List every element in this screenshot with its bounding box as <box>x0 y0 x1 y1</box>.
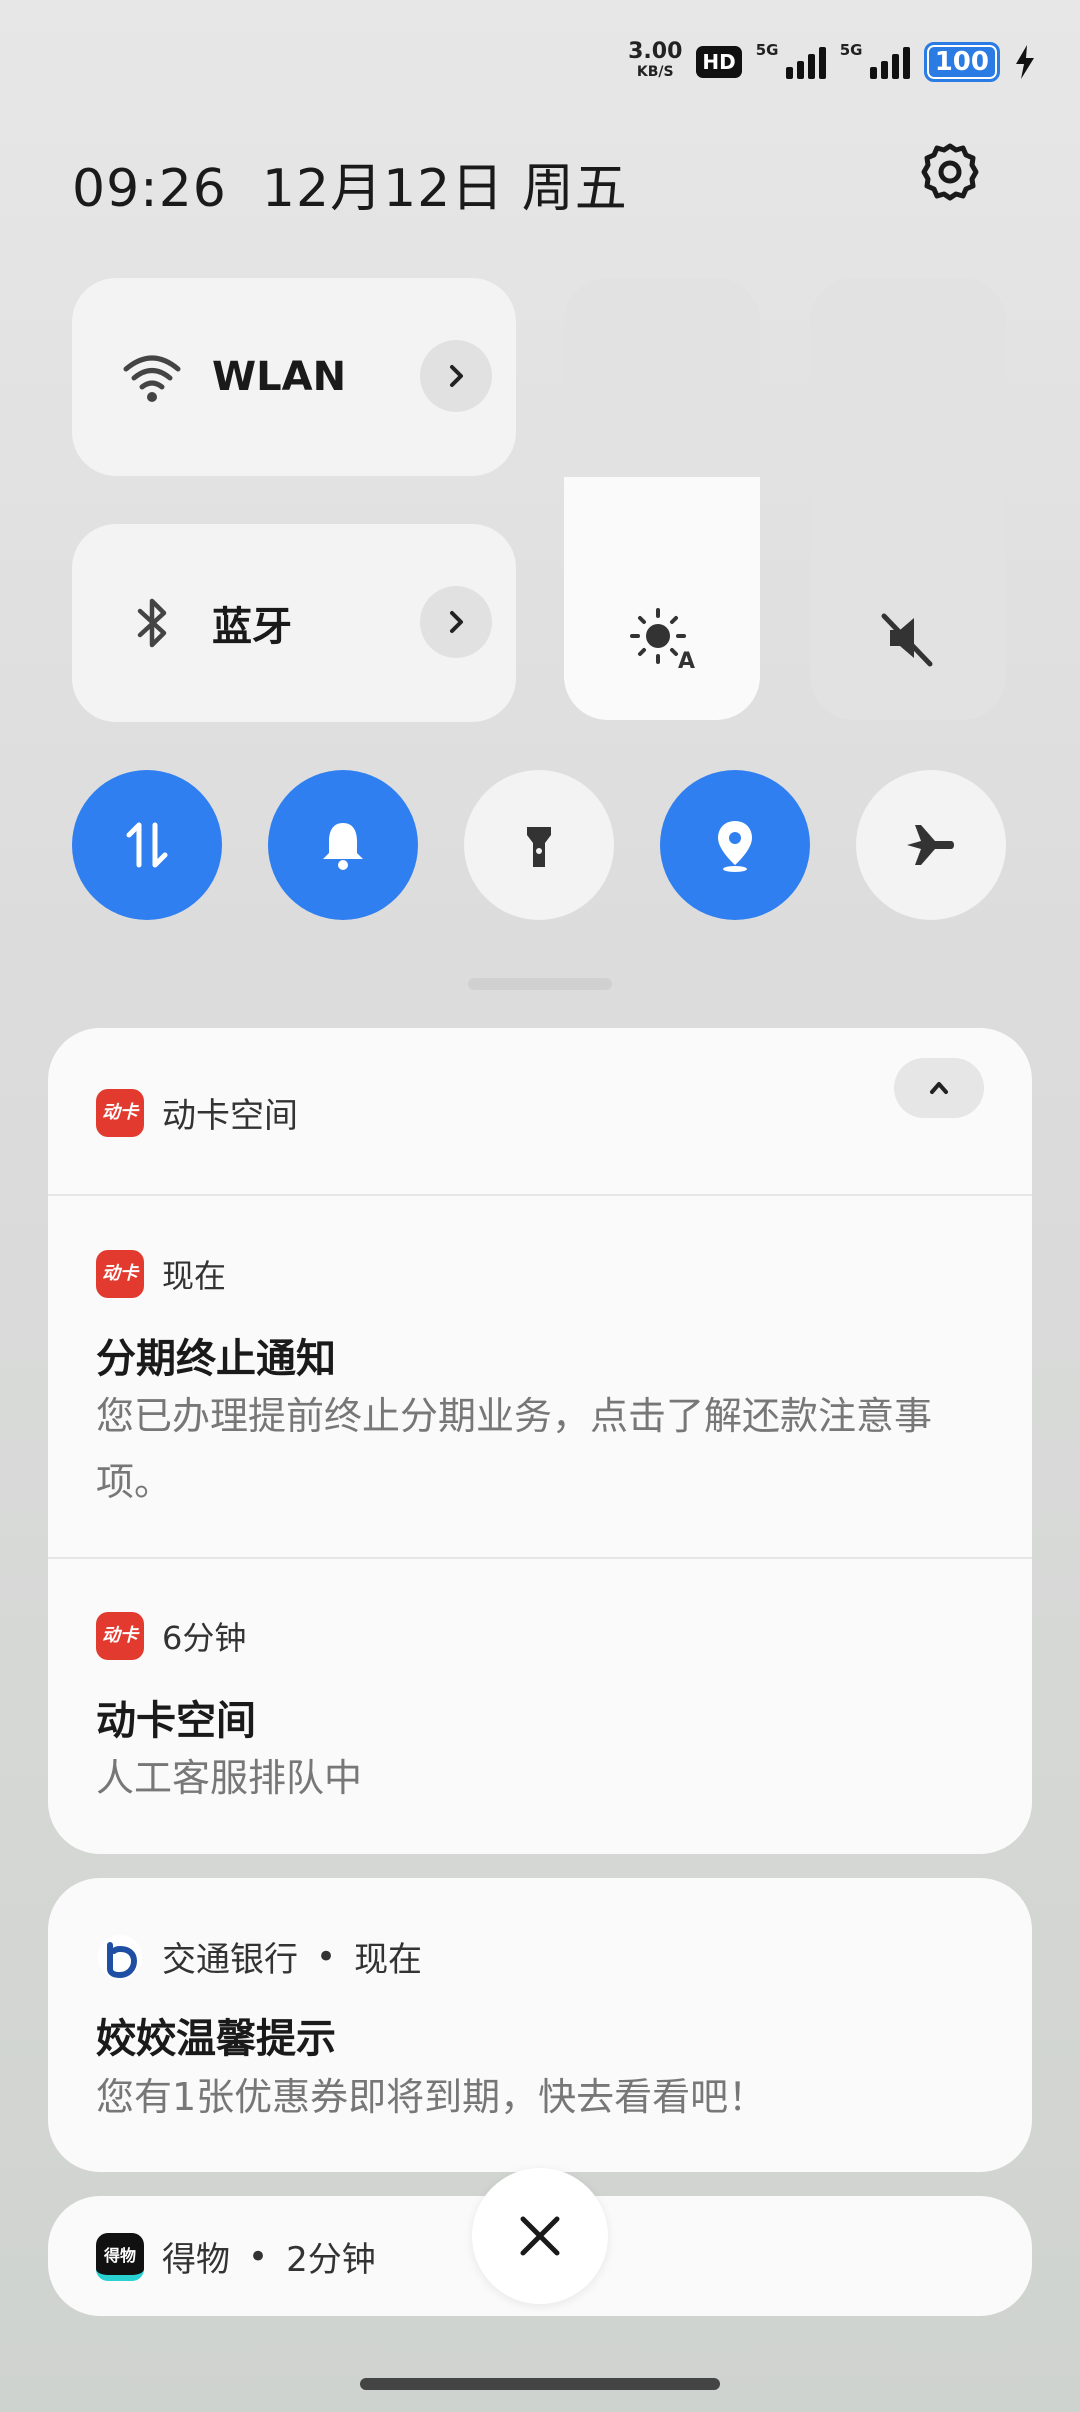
date-time: 09:26 12月12日 周五 <box>72 146 628 221</box>
network-speed-value: 3.00 <box>628 39 683 64</box>
chevron-up-icon <box>930 1082 948 1094</box>
battery-indicator: 100 <box>923 42 1000 82</box>
group-header: 动卡 动卡空间 <box>96 1088 298 1137</box>
panel-drag-handle[interactable] <box>468 978 612 990</box>
notification-time: 现在 <box>162 1257 227 1295</box>
notification-body: 您有1张优惠券即将到期，快去看看吧！ <box>96 2075 767 2119</box>
data-transfer-icon <box>126 822 168 868</box>
airplane-mode-toggle[interactable] <box>856 770 1006 920</box>
notification-meta: 动卡 现在 <box>96 1250 226 1298</box>
wlan-tile[interactable]: WLAN <box>72 278 516 476</box>
status-bar: 3.00 KB/S HD 5G 5G 100 <box>628 34 1036 90</box>
dongka-app-icon: 动卡 <box>96 1088 144 1137</box>
airplane-icon <box>907 825 954 865</box>
settings-button[interactable] <box>918 140 982 204</box>
notification-meta: 动卡 6分钟 <box>96 1612 246 1660</box>
notification-body: 人工客服排队中 <box>96 1756 363 1800</box>
notification-title: 姣姣温馨提示 <box>96 2016 336 2062</box>
location-toggle[interactable] <box>660 770 810 920</box>
notification-title: 分期终止通知 <box>96 1336 336 1382</box>
notification-title: 动卡空间 <box>96 1698 256 1744</box>
bluetooth-expand-button[interactable] <box>420 586 492 658</box>
notification-meta: 交通银行 • 现在 <box>96 1932 422 1981</box>
meta-separator: • <box>248 2236 269 2277</box>
bluetooth-label: 蓝牙 <box>212 604 292 650</box>
date: 12月12日 <box>261 159 505 219</box>
dongka-app-icon: 动卡 <box>96 1250 144 1298</box>
mobile-data-toggle[interactable] <box>72 770 222 920</box>
brightness-fill <box>564 476 760 720</box>
wlan-label: WLAN <box>212 354 347 400</box>
charging-icon <box>1016 45 1034 79</box>
meta-separator: • <box>316 1936 337 1977</box>
chevron-right-icon <box>450 611 463 633</box>
notification-body: 您已办理提前终止分期业务，点击了解还款注意事项。 <box>96 1394 933 1504</box>
location-pin-icon <box>718 821 752 872</box>
ring-toggle[interactable] <box>268 770 418 920</box>
notification-bocom[interactable]: 交通银行 • 现在 姣姣温馨提示 您有1张优惠券即将到期，快去看看吧！ <box>48 1878 1032 2172</box>
brightness-slider[interactable]: A <box>564 278 760 720</box>
signal-icon-2: 5G <box>840 41 910 79</box>
wlan-expand-button[interactable] <box>420 340 492 412</box>
collapse-group-button[interactable] <box>894 1058 984 1118</box>
auto-brightness-icon: A <box>630 608 695 674</box>
hd-badge: HD <box>696 46 742 78</box>
signal-network-label: 5G <box>755 41 779 59</box>
bell-icon <box>323 823 363 870</box>
notification-time: 现在 <box>354 1940 423 1980</box>
dongka-app-icon: 动卡 <box>96 1612 144 1660</box>
weekday: 周五 <box>521 159 628 219</box>
signal-icon: 5G <box>756 41 826 79</box>
bluetooth-tile[interactable]: 蓝牙 <box>72 524 516 722</box>
app-name: 得物 <box>162 2240 230 2280</box>
notification-time: 2分钟 <box>286 2240 376 2280</box>
flashlight-toggle[interactable] <box>464 770 614 920</box>
gesture-navigation-bar[interactable] <box>360 2378 720 2390</box>
app-name: 交通银行 <box>162 1940 298 1980</box>
network-speed-unit: KB/S <box>636 64 674 80</box>
divider <box>48 1194 1032 1196</box>
clear-all-notifications-button[interactable] <box>472 2168 608 2304</box>
flashlight-icon <box>527 827 551 867</box>
gear-icon <box>921 143 979 201</box>
network-speed: 3.00 KB/S <box>628 39 683 82</box>
chevron-right-icon <box>450 365 463 387</box>
volume-slider[interactable] <box>810 278 1006 720</box>
notification-time: 6分钟 <box>162 1619 247 1657</box>
bocom-app-icon <box>98 1934 142 1979</box>
wifi-icon <box>123 355 181 402</box>
notification-meta: 得物 得物 • 2分钟 <box>96 2232 376 2281</box>
notification-group-dongka[interactable]: 动卡 动卡空间 动卡 现在 分期终止通知 您已办理提前终止分期业务，点击了解还款… <box>48 1028 1032 1854</box>
bluetooth-icon <box>137 598 167 648</box>
signal-network-label-2: 5G <box>839 41 863 59</box>
app-name: 动卡空间 <box>162 1096 298 1136</box>
dewu-app-icon: 得物 <box>96 2232 144 2281</box>
clock: 09:26 <box>72 159 227 219</box>
svg-text:A: A <box>678 649 695 674</box>
mute-icon <box>881 613 933 667</box>
close-icon <box>520 2216 560 2256</box>
divider <box>48 1557 1032 1559</box>
